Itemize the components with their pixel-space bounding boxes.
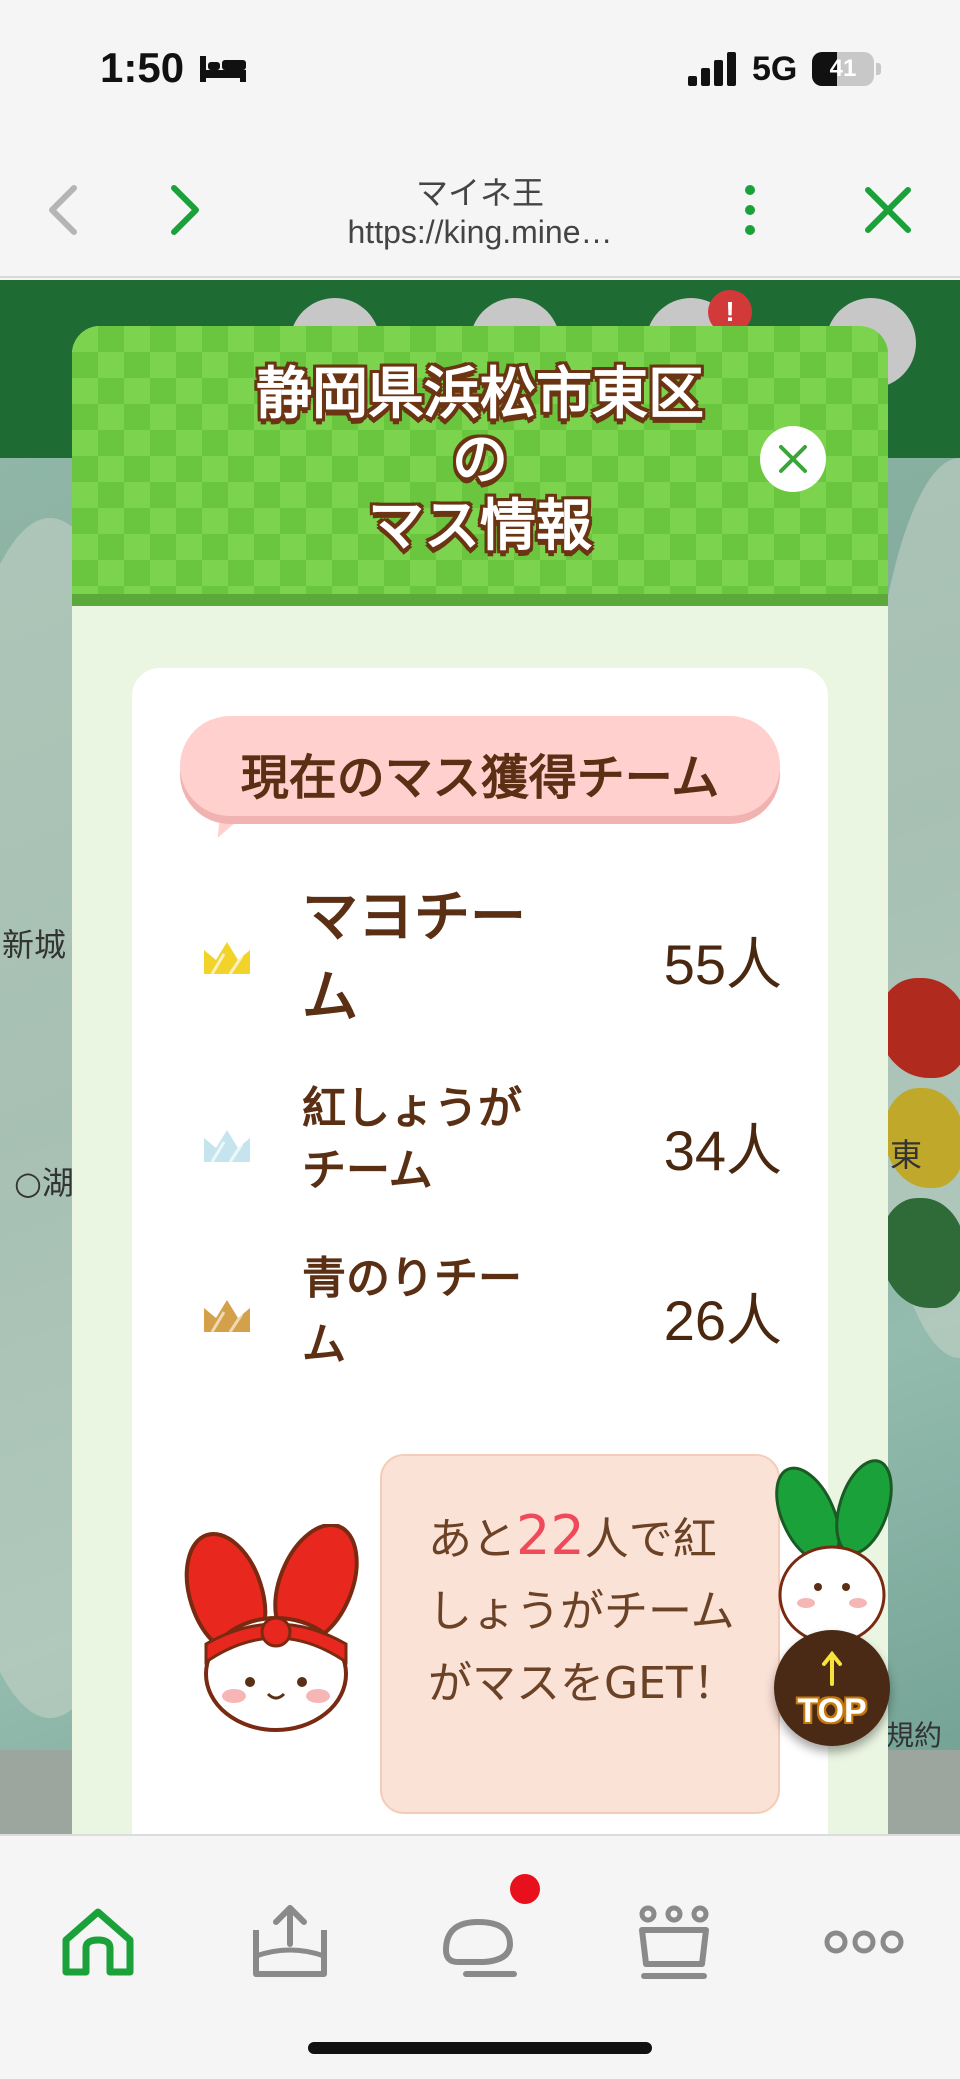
close-icon — [779, 445, 807, 473]
speech-bubble: 現在のマス獲得チーム — [180, 716, 780, 816]
title-line: の — [452, 428, 508, 493]
bottom-tab-bar — [0, 1834, 960, 2079]
battery-level: 41 — [829, 55, 857, 82]
modal-title: 静岡県浜松市東区 の マス情報 — [172, 362, 788, 560]
team-member-count: 55人 — [663, 933, 782, 996]
team-name: 紅しょうがチーム — [302, 1083, 522, 1196]
notification-dot — [510, 1874, 540, 1904]
upload-tray-icon — [253, 1905, 327, 1977]
tab-chat[interactable] — [438, 1900, 522, 1984]
team-row: マヨチーム 55人 — [132, 878, 828, 1038]
takoyaki-ball: TOP — [774, 1630, 890, 1746]
status-bar: 1:50 5G 41 — [0, 0, 960, 140]
team-member-count: 26人 — [663, 1289, 782, 1352]
section-heading: 現在のマス獲得チーム — [240, 750, 720, 806]
battery-icon: 41 — [812, 52, 874, 86]
tab-upload[interactable] — [248, 1900, 332, 1984]
team-card: 現在のマス獲得チーム マヨチーム 55人 紅しょうがチーム 34人 青のりチーム… — [132, 668, 828, 1834]
team-row: 紅しょうがチーム 34人 — [132, 1078, 828, 1208]
mascot-red-rabbit-icon — [184, 1524, 359, 1732]
signal-icon — [688, 52, 736, 86]
home-indicator — [308, 2042, 652, 2054]
crown-bronze-icon — [204, 1300, 250, 1333]
team-territory-green — [880, 1198, 960, 1308]
map-label: ○湖 — [14, 1164, 74, 1202]
team-name: マヨチーム — [302, 885, 526, 1030]
close-icon[interactable] — [860, 182, 916, 238]
team-member-count: 34人 — [663, 1119, 782, 1182]
battery-cap — [876, 63, 881, 75]
title-line: 静岡県浜松市東区 — [256, 362, 704, 427]
scroll-top-button[interactable]: TOP — [768, 1455, 896, 1746]
tab-home[interactable] — [56, 1900, 140, 1984]
title-line: マス情報 — [368, 494, 592, 559]
mascot-green-rabbit-icon — [775, 1459, 893, 1645]
bed-icon — [200, 56, 246, 82]
page-url[interactable]: https://king.mine… — [280, 214, 680, 251]
page-title: マイネ王 — [415, 174, 544, 212]
tab-ranking[interactable] — [632, 1900, 716, 1984]
remaining-count: 22 — [516, 1504, 585, 1567]
arrow-up-icon — [822, 1650, 842, 1686]
crown-shape — [204, 1130, 250, 1162]
forward-icon[interactable] — [160, 180, 210, 240]
more-dots-icon — [824, 1930, 904, 1954]
back-icon[interactable] — [40, 180, 90, 240]
chat-icon — [442, 1918, 517, 1977]
modal-close-button[interactable] — [760, 426, 826, 492]
crown-gold-icon — [204, 942, 250, 975]
crown-icon — [639, 1905, 709, 1979]
more-icon[interactable] — [730, 180, 770, 240]
crown-shape — [204, 942, 250, 974]
square-info-modal: 静岡県浜松市東区 の マス情報 現在のマス獲得チーム マヨチーム 55人 紅しょ… — [72, 326, 888, 1834]
crown-silver-icon — [204, 1130, 250, 1163]
network-label: 5G — [752, 50, 798, 88]
team-name: 青のりチーム — [302, 1253, 522, 1370]
tab-more[interactable] — [822, 1900, 906, 1984]
map-label: 新城 — [2, 926, 67, 964]
status-time: 1:50 — [100, 44, 185, 91]
browser-nav-bar: マイネ王 https://king.mine… — [0, 140, 960, 278]
info-text: あと22人で紅しょうがチームがマスをGET！ — [428, 1500, 748, 1720]
modal-header: 静岡県浜松市東区 の マス情報 — [72, 326, 888, 606]
home-icon — [62, 1908, 134, 1976]
crown-shape — [204, 1300, 250, 1332]
team-row: 青のりチーム 26人 — [132, 1246, 828, 1376]
top-label: TOP — [797, 1692, 867, 1730]
info-callout: あと22人で紅しょうがチームがマスをGET！ — [380, 1454, 780, 1814]
map-label: 東 — [890, 1136, 923, 1174]
info-prefix: あと — [428, 1514, 516, 1565]
